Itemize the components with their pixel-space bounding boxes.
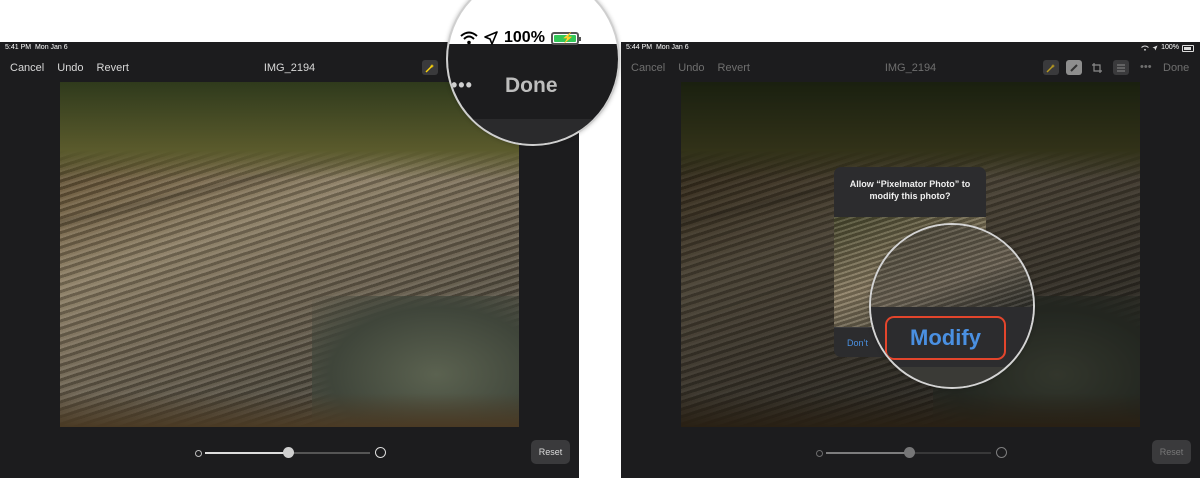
modify-button[interactable]: Modify (885, 316, 1006, 360)
adjust-icon (1117, 64, 1125, 71)
photo-leaves (681, 392, 1140, 427)
photo-foliage (681, 82, 1140, 179)
alert-message: Allow “Pixelmator Photo” to modify this … (849, 179, 971, 201)
more-button[interactable]: ••• (1140, 61, 1152, 73)
slider-track[interactable] (205, 447, 370, 458)
small-size-icon (816, 450, 823, 457)
large-size-icon (375, 447, 386, 458)
slider-track[interactable] (826, 447, 991, 458)
location-arrow-icon (1152, 45, 1158, 51)
brush-button[interactable] (1066, 60, 1082, 75)
status-date: Mon Jan 6 (655, 44, 689, 51)
brush-size-slider[interactable] (816, 447, 1007, 459)
done-button[interactable]: Done (1163, 62, 1189, 74)
status-magnifier: 100% ⚡ ••• Done (446, 0, 620, 146)
adjust-button[interactable] (1113, 60, 1129, 75)
wifi-icon (1141, 45, 1149, 51)
brush-icon (1070, 63, 1078, 72)
dont-allow-button[interactable]: Don’t (847, 338, 868, 348)
reset-button[interactable]: Reset (1152, 440, 1191, 464)
battery-icon (1182, 44, 1194, 52)
status-bar: 5:44 PM Mon Jan 6 100% (621, 42, 1200, 54)
slider-fill (205, 452, 288, 454)
slider-thumb[interactable] (282, 447, 294, 458)
slider-thumb[interactable] (903, 447, 915, 458)
more-button[interactable]: ••• (451, 75, 473, 96)
brush-size-slider[interactable] (195, 447, 386, 459)
large-size-icon (996, 447, 1007, 458)
battery-icon: ⚡ (550, 31, 581, 45)
photo-leaves (60, 392, 519, 427)
wifi-icon (460, 31, 478, 45)
crop-button[interactable] (1089, 60, 1105, 75)
toolbar: Cancel Undo Revert IMG_2194 ••• Done (621, 54, 1200, 82)
auto-enhance-button[interactable] (422, 60, 438, 75)
reset-button[interactable]: Reset (531, 440, 570, 464)
small-size-icon (195, 450, 202, 457)
location-arrow-icon (484, 31, 498, 45)
slider-fill (826, 452, 909, 454)
modify-magnifier: Modify (869, 223, 1035, 389)
crop-icon (1092, 62, 1102, 73)
auto-enhance-icon (1046, 63, 1055, 72)
auto-enhance-button[interactable] (1043, 60, 1059, 75)
auto-enhance-icon (425, 63, 434, 72)
done-button[interactable]: Done (505, 74, 558, 98)
battery-percent: 100% (1161, 44, 1179, 51)
status-time: 5:41 PM (5, 44, 32, 51)
battery-percent: 100% (504, 29, 545, 46)
status-date: Mon Jan 6 (34, 44, 68, 51)
status-time: 5:44 PM (626, 44, 653, 51)
